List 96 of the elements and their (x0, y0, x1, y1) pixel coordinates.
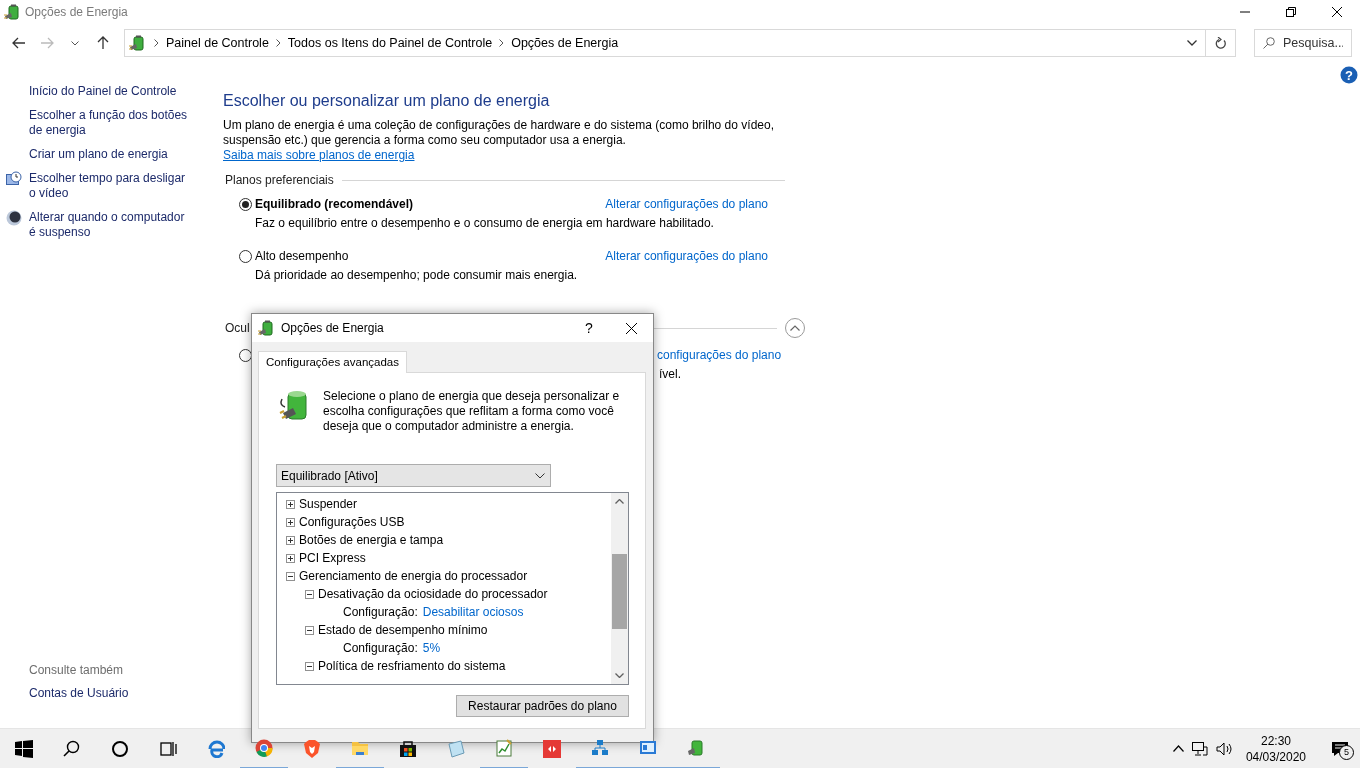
chevron-icon (499, 39, 505, 47)
power-icon (129, 35, 147, 51)
tree-item[interactable]: Suspender (299, 497, 358, 511)
power-icon (687, 738, 705, 757)
up-arrow-icon (97, 36, 109, 50)
task-view-icon (159, 739, 177, 758)
section-heading: Ocul (224, 321, 250, 335)
search-box[interactable]: Pesquisa... (1254, 29, 1352, 57)
setting-value[interactable]: 5% (422, 641, 441, 655)
setting-value[interactable]: Desabilitar ociosos (422, 605, 524, 619)
help-button[interactable]: ? (574, 320, 604, 336)
circle-icon (111, 739, 129, 758)
scroll-down-icon (615, 673, 624, 678)
chevron-up-icon[interactable] (1172, 745, 1184, 752)
caret-icon (71, 40, 79, 46)
see-also-heading: Consulte também (29, 663, 125, 677)
breadcrumb[interactable]: Todos os Itens do Painel de Controle (287, 36, 493, 50)
dialog-title: Opções de Energia (281, 321, 384, 335)
network-diagram-icon (591, 738, 609, 757)
network-icon[interactable] (1191, 741, 1208, 756)
restore-defaults-button[interactable]: Restaurar padrões do plano (456, 695, 629, 717)
sidebar-link[interactable]: Início do Painel de Controle (29, 84, 194, 99)
notifications-button[interactable]: 5 (1320, 728, 1360, 768)
restore-icon (1286, 7, 1296, 17)
forward-arrow-icon (40, 37, 54, 49)
page-heading: Escolher ou personalizar um plano de energia (223, 92, 551, 110)
sidebar-link[interactable]: Alterar quando o computador é suspenso (29, 210, 194, 240)
chevron-up-icon (790, 325, 800, 331)
refresh-icon (1214, 36, 1227, 50)
tree-item[interactable]: Gerenciamento de energia do processador (299, 569, 528, 583)
clock-time[interactable]: 22:30 (1245, 732, 1306, 749)
close-icon (625, 322, 637, 334)
plan-description: ível. (659, 367, 682, 381)
clock-date[interactable]: 04/03/2020 (1245, 748, 1306, 765)
scrollbar[interactable] (611, 493, 628, 684)
setting-label: Configuração: (343, 605, 418, 619)
change-plan-link[interactable]: configurações do plano (657, 348, 782, 362)
tree-item[interactable]: Política de resfriamento do sistema (318, 659, 506, 673)
power-icon (258, 320, 276, 336)
lion-shield-icon (303, 739, 321, 758)
plan-name: Alto desempenho (255, 249, 349, 263)
breadcrumb[interactable]: Painel de Controle (166, 36, 269, 50)
window-title: Opções de Energia (25, 5, 128, 19)
section-heading: Planos preferenciais (224, 173, 334, 187)
chevron-icon (275, 39, 281, 47)
clock-icon (6, 171, 22, 187)
back-arrow-icon (12, 37, 26, 49)
sidebar-link[interactable]: Escolher tempo para desligar o vídeo (29, 171, 194, 201)
sidebar-link[interactable]: Contas de Usuário (29, 686, 194, 701)
tree-item[interactable]: Configurações USB (299, 515, 405, 529)
expand-icon[interactable] (286, 517, 295, 527)
start-icon (15, 739, 33, 758)
plan-dropdown[interactable]: Equilibrado [Ativo] (276, 464, 551, 487)
search-icon (63, 739, 81, 758)
expand-icon[interactable] (286, 553, 295, 563)
shopping-bag-icon (399, 739, 417, 758)
chevron-down-icon (535, 472, 545, 479)
collapse-icon[interactable] (305, 625, 314, 635)
collapse-icon[interactable] (305, 589, 314, 599)
change-plan-link[interactable]: Alterar configurações do plano (605, 249, 768, 263)
learn-more-link[interactable]: Saiba mais sobre planos de energia (223, 148, 415, 162)
browser-e-icon (207, 739, 225, 758)
tab[interactable]: Configurações avançadas (258, 351, 407, 373)
search-field[interactable]: Pesquisa... (1283, 36, 1343, 50)
tree-item[interactable]: Desativação da ociosidade do processador (318, 587, 548, 601)
notepad-icon (447, 739, 465, 758)
radio-button[interactable] (239, 249, 252, 263)
change-plan-link[interactable]: Alterar configurações do plano (605, 197, 768, 211)
breadcrumb[interactable]: Opções de Energia (511, 36, 619, 50)
tree-item[interactable]: PCI Express (299, 551, 366, 565)
chrome-icon (255, 738, 273, 757)
plan-description: Faz o equilíbrio entre o desempenho e o consumo de energia em hardware habilitado. (255, 216, 715, 230)
tree-item[interactable]: Botões de energia e tampa (299, 533, 444, 547)
sidebar-link[interactable]: Criar um plano de energia (29, 147, 194, 162)
collapse-icon[interactable] (305, 661, 314, 671)
tree-item[interactable]: Estado de desempenho mínimo (318, 623, 488, 637)
sidebar-link[interactable]: Escolher a função dos botões de energia (29, 108, 194, 138)
setting-label: Configuração: (343, 641, 418, 655)
scroll-up-icon (615, 499, 624, 504)
speaker-icon[interactable] (1215, 741, 1232, 756)
power-icon (4, 4, 20, 20)
moon-icon (6, 210, 22, 226)
chart-document-icon (495, 738, 513, 757)
expand-icon[interactable] (286, 535, 295, 545)
chevron-down-icon (1187, 40, 1197, 46)
close-icon (1332, 7, 1342, 17)
help-button[interactable]: ? (1340, 66, 1358, 84)
plan-name: Equilibrado (recomendável) (255, 197, 414, 211)
radio-button[interactable] (239, 197, 252, 211)
chevron-icon (154, 39, 159, 47)
dialog-description: Selecione o plano de energia que deseja personalizar e escolha configurações que reflitam a forma como você deseja que o computador administre a energia. (323, 389, 621, 434)
expand-icon[interactable] (286, 499, 295, 509)
collapse-icon[interactable] (286, 571, 295, 581)
plan-description: Dá prioridade ao desempenho; pode consumir mais energia. (255, 268, 579, 282)
search-icon (1263, 37, 1275, 49)
intro-text: Um plano de energia é uma coleção de configurações de hardware e do sistema (como brilho do vídeo, suspensão etc.) que gerencia a forma como seu computador usa a energia. Saiba mais sobre planos de energia (223, 118, 775, 163)
